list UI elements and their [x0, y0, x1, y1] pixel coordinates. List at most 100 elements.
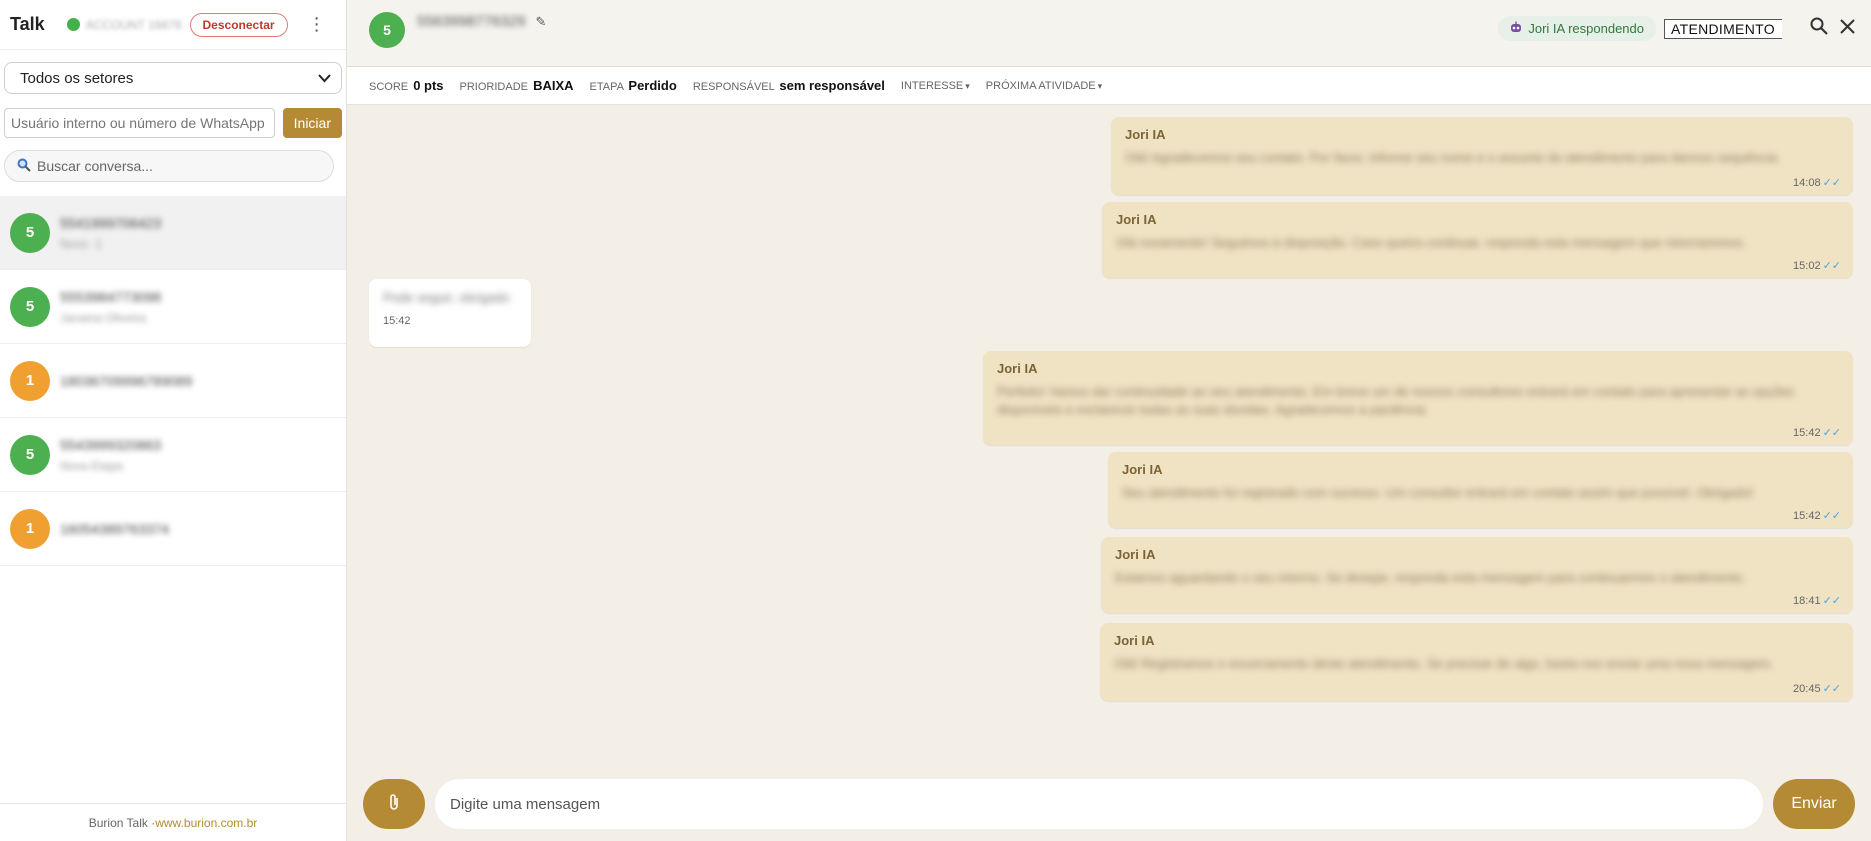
incoming-message: Pode seguir, obrigado 15:42 [369, 279, 531, 347]
conversation-sidebar: Talk ACCOUNT 16878 Desconectar ⋮ Todos o… [0, 0, 347, 841]
search-icon[interactable] [1810, 17, 1828, 40]
read-receipt-icon: ✓✓ [1822, 510, 1841, 522]
conversation-list: 5 5541999706423 Novo ·1 5 5553984773098 Janai… [0, 196, 346, 566]
read-receipt-icon: ✓✓ [1822, 427, 1841, 439]
contact-avatar: 5 [369, 12, 405, 48]
sidebar-footer: Burion Talk · www.burion.com.br [0, 803, 346, 841]
message-author: Jori IA [1115, 547, 1156, 562]
conversation-item[interactable]: 5 5541999706423 Novo ·1 [0, 196, 346, 270]
disconnect-button[interactable]: Desconectar [189, 12, 288, 37]
conversation-item[interactable]: 5 5553984773098 Janaina Oliveira [0, 270, 346, 344]
message-body: Olá! Registramos o encerramento deste at… [1114, 656, 1774, 671]
sidebar-header: Talk ACCOUNT 16878 Desconectar ⋮ [0, 0, 346, 50]
read-receipt-icon: ✓✓ [1822, 595, 1841, 607]
message-thread: Jori IA Olá! Agradecemos seu contato. Por… [347, 105, 1871, 745]
sector-select[interactable]: Todos os setores [4, 62, 342, 94]
message-time: 15:02 ✓✓ [1793, 260, 1841, 272]
start-conversation-input[interactable] [4, 108, 275, 138]
chat-header: 5 5563998776329 ✎ Jori IA respondendo AT… [347, 0, 1871, 67]
conversation-item[interactable]: 5 5543999320863 Nova Etapa [0, 418, 346, 492]
caret-down-icon: ▾ [965, 80, 970, 91]
message-body: Olá! Agradecemos seu contato. Por favor,… [1125, 150, 1781, 165]
message-input[interactable]: Digite uma mensagem [435, 779, 1763, 829]
message-body: Pode seguir, obrigado [383, 290, 510, 305]
conversation-subtitle: Janaina Oliveira [60, 310, 147, 325]
sector-select-value: Todos os setores [20, 69, 134, 87]
conversation-text: 5543999320863 Nova Etapa [60, 437, 161, 473]
conversation-avatar: 1 [10, 508, 50, 549]
outgoing-message: Jori IA Olá novamente! Seguimos à disposi… [1102, 202, 1853, 278]
outgoing-message: Jori IA Olá! Registramos o encerramento d… [1100, 623, 1853, 701]
message-body: Estamos aguardando o seu retorno. Se des… [1115, 570, 1746, 585]
meta-interest[interactable]: INTERESSE ▾ [901, 80, 970, 92]
conversation-subtitle: Novo ·1 [60, 236, 103, 251]
message-time: 14:08 ✓✓ [1793, 177, 1841, 189]
conversation-name: 5553984773098 [60, 288, 162, 305]
send-button[interactable]: Enviar [1773, 779, 1855, 829]
chat-panel: 5 5563998776329 ✎ Jori IA respondendo AT… [347, 0, 1871, 841]
caret-down-icon: ▾ [1097, 80, 1103, 91]
conversation-avatar: 5 [10, 286, 50, 327]
message-author: Jori IA [1122, 462, 1163, 477]
message-author: Jori IA [1116, 212, 1157, 227]
footer-link[interactable]: www.burion.com.br [155, 816, 257, 830]
conversation-avatar: 5 [10, 434, 50, 475]
message-time: 15:42 [383, 315, 411, 327]
conversation-avatar: 1 [10, 360, 50, 401]
edit-name-icon[interactable]: ✎ [535, 14, 546, 30]
chevron-down-icon [318, 70, 331, 86]
conversation-item[interactable]: 1 18036709996789089 [0, 344, 346, 418]
footer-text: Burion Talk · [88, 815, 156, 830]
conversation-text: 18036709996789089 [60, 373, 192, 389]
meta-stage[interactable]: ETAPA Perdido [590, 78, 677, 93]
meta-owner[interactable]: RESPONSÁVEL sem responsável [693, 78, 885, 93]
outgoing-message: Jori IA Estamos aguardando o seu retorno.… [1101, 537, 1853, 613]
read-receipt-icon: ✓✓ [1822, 177, 1841, 189]
read-receipt-icon: ✓✓ [1822, 260, 1841, 272]
more-options-icon[interactable]: ⋮ [308, 14, 326, 35]
header-actions: Jori IA respondendo ATENDIMENTO [1498, 16, 1855, 41]
conversation-text: 5541999706423 Novo ·1 [60, 215, 161, 251]
conversation-name: 5541999706423 [60, 214, 162, 231]
conversation-subtitle: Nova Etapa [60, 458, 123, 473]
message-author: Jori IA [997, 361, 1038, 376]
ai-status-text: Jori IA respondendo [1528, 21, 1644, 36]
message-time: 15:42 ✓✓ [1793, 510, 1841, 522]
outgoing-message: Jori IA Olá! Agradecemos seu contato. Por… [1111, 117, 1853, 195]
search-icon [17, 158, 31, 175]
start-button[interactable]: Iniciar [282, 108, 342, 138]
message-author: Jori IA [1125, 127, 1166, 142]
paperclip-icon [388, 793, 400, 816]
ai-status-badge[interactable]: Jori IA respondendo [1498, 16, 1656, 41]
connection-status-icon [66, 18, 80, 31]
message-body: Seu atendimento foi registrado com suces… [1122, 485, 1754, 500]
message-time: 18:41 ✓✓ [1793, 595, 1841, 607]
meta-next-activity[interactable]: PRÓXIMA ATIVIDADE ▾ [986, 80, 1102, 92]
meta-priority[interactable]: PRIORIDADE BAIXA [460, 78, 574, 93]
search-placeholder: Buscar conversa... [37, 158, 153, 174]
lead-meta-bar: SCORE 0 pts PRIORIDADE BAIXA ETAPA Perdi… [347, 67, 1871, 105]
search-conversation-input[interactable]: Buscar conversa... [4, 150, 334, 182]
message-time: 15:42 ✓✓ [1793, 427, 1841, 439]
app-title: Talk [10, 14, 45, 34]
robot-icon [1510, 21, 1522, 36]
conversation-avatar: 5 [10, 212, 50, 253]
message-input-placeholder: Digite uma mensagem [450, 795, 601, 813]
conversation-name: 16054389763374 [60, 520, 170, 537]
read-receipt-icon: ✓✓ [1822, 683, 1841, 695]
outgoing-message: Jori IA Perfeito! Vamos dar continuidade … [983, 351, 1853, 445]
conversation-name: 5543999320863 [60, 436, 162, 453]
outgoing-message: Jori IA Seu atendimento foi registrado co… [1108, 452, 1853, 528]
message-body: Olá novamente! Seguimos à disposição. Ca… [1116, 235, 1747, 250]
attach-button[interactable] [363, 779, 425, 829]
close-icon[interactable] [1840, 18, 1855, 39]
message-author: Jori IA [1114, 633, 1155, 648]
conversation-text: 5553984773098 Janaina Oliveira [60, 289, 161, 325]
conversation-name: 18036709996789089 [60, 372, 193, 389]
conversation-text: 16054389763374 [60, 521, 169, 537]
account-label: ACCOUNT 16878 [85, 17, 182, 32]
meta-score: SCORE 0 pts [369, 78, 444, 93]
mode-field[interactable]: ATENDIMENTO [1664, 18, 1782, 39]
contact-name: 5563998776329 [417, 12, 526, 30]
conversation-item[interactable]: 1 16054389763374 [0, 492, 346, 566]
